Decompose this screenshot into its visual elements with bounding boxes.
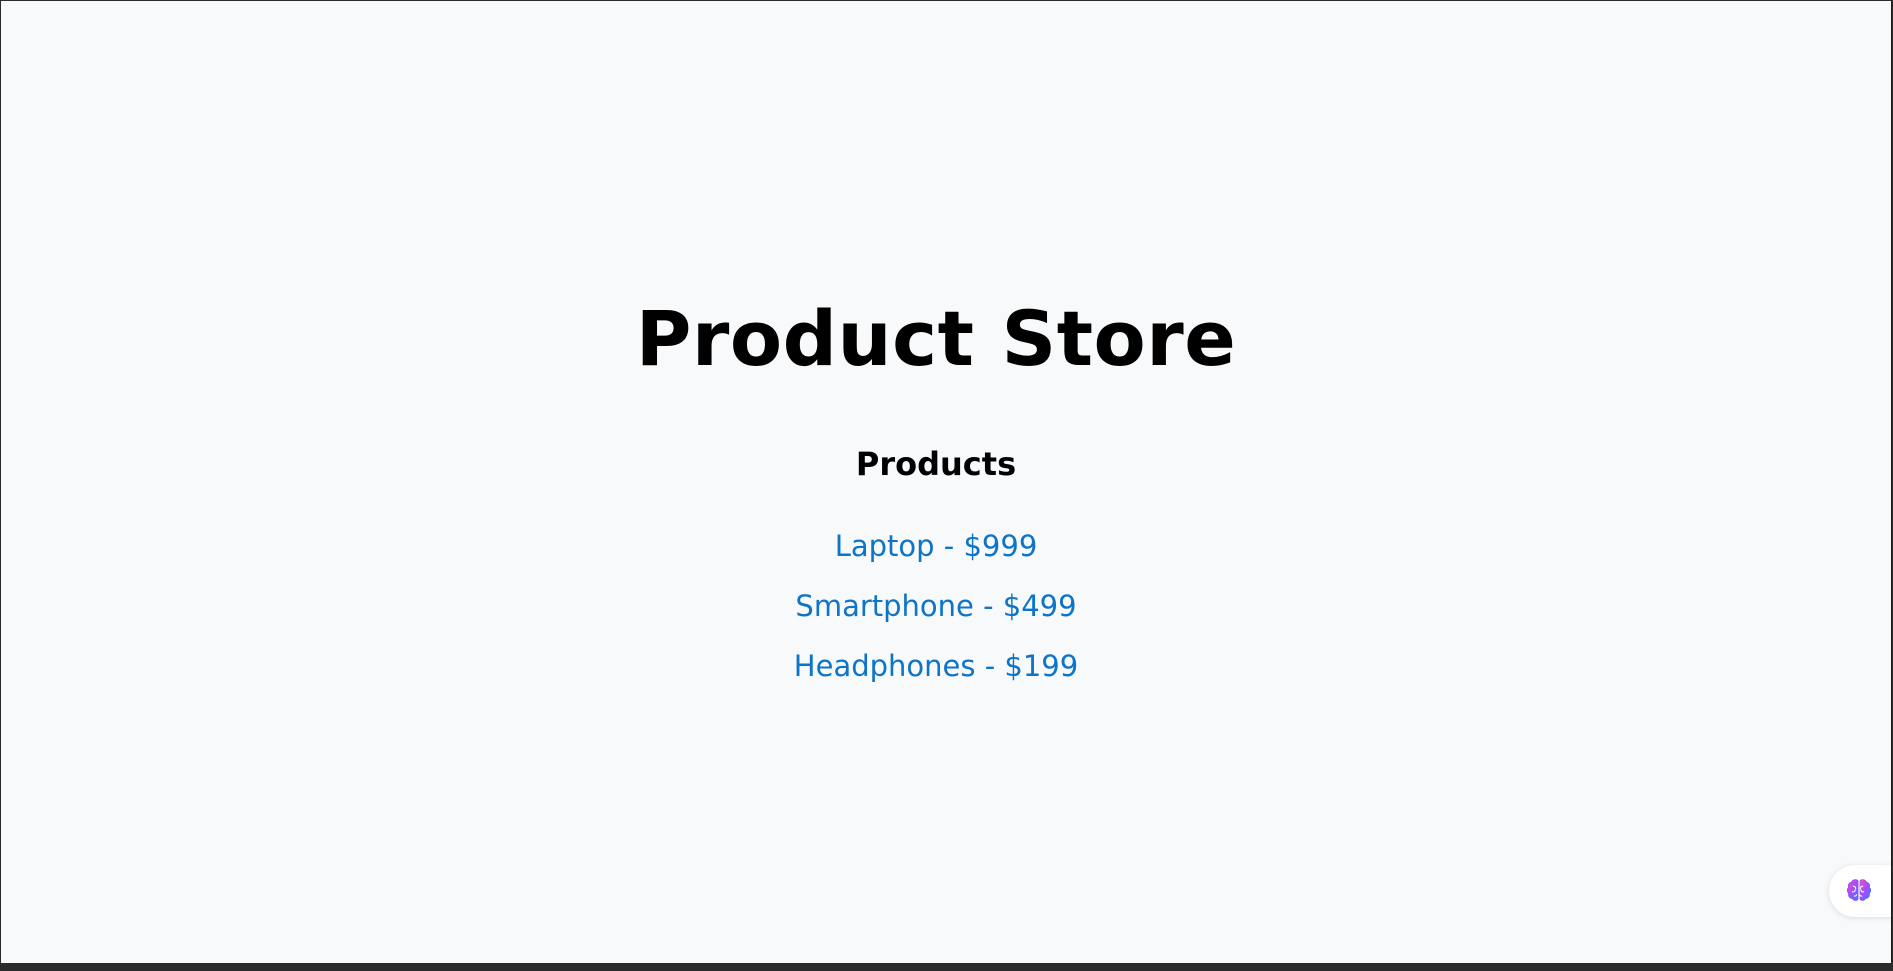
- list-item: Headphones - $199: [1, 646, 1871, 706]
- page-viewport: Product Store Products Laptop - $999 Sma…: [1, 1, 1892, 963]
- page-title: Product Store: [635, 294, 1237, 383]
- product-link-laptop[interactable]: Laptop - $999: [835, 529, 1038, 563]
- product-link-headphones[interactable]: Headphones - $199: [794, 649, 1078, 683]
- products-heading: Products: [855, 445, 1017, 483]
- brain-icon: [1847, 879, 1871, 901]
- list-item: Smartphone - $499: [1, 586, 1871, 646]
- list-item: Laptop - $999: [1, 526, 1871, 586]
- product-link-smartphone[interactable]: Smartphone - $499: [795, 589, 1076, 623]
- assistant-button[interactable]: [1829, 865, 1891, 917]
- window-bottom-border: [0, 963, 1893, 971]
- product-list: Laptop - $999 Smartphone - $499 Headphon…: [1, 526, 1871, 706]
